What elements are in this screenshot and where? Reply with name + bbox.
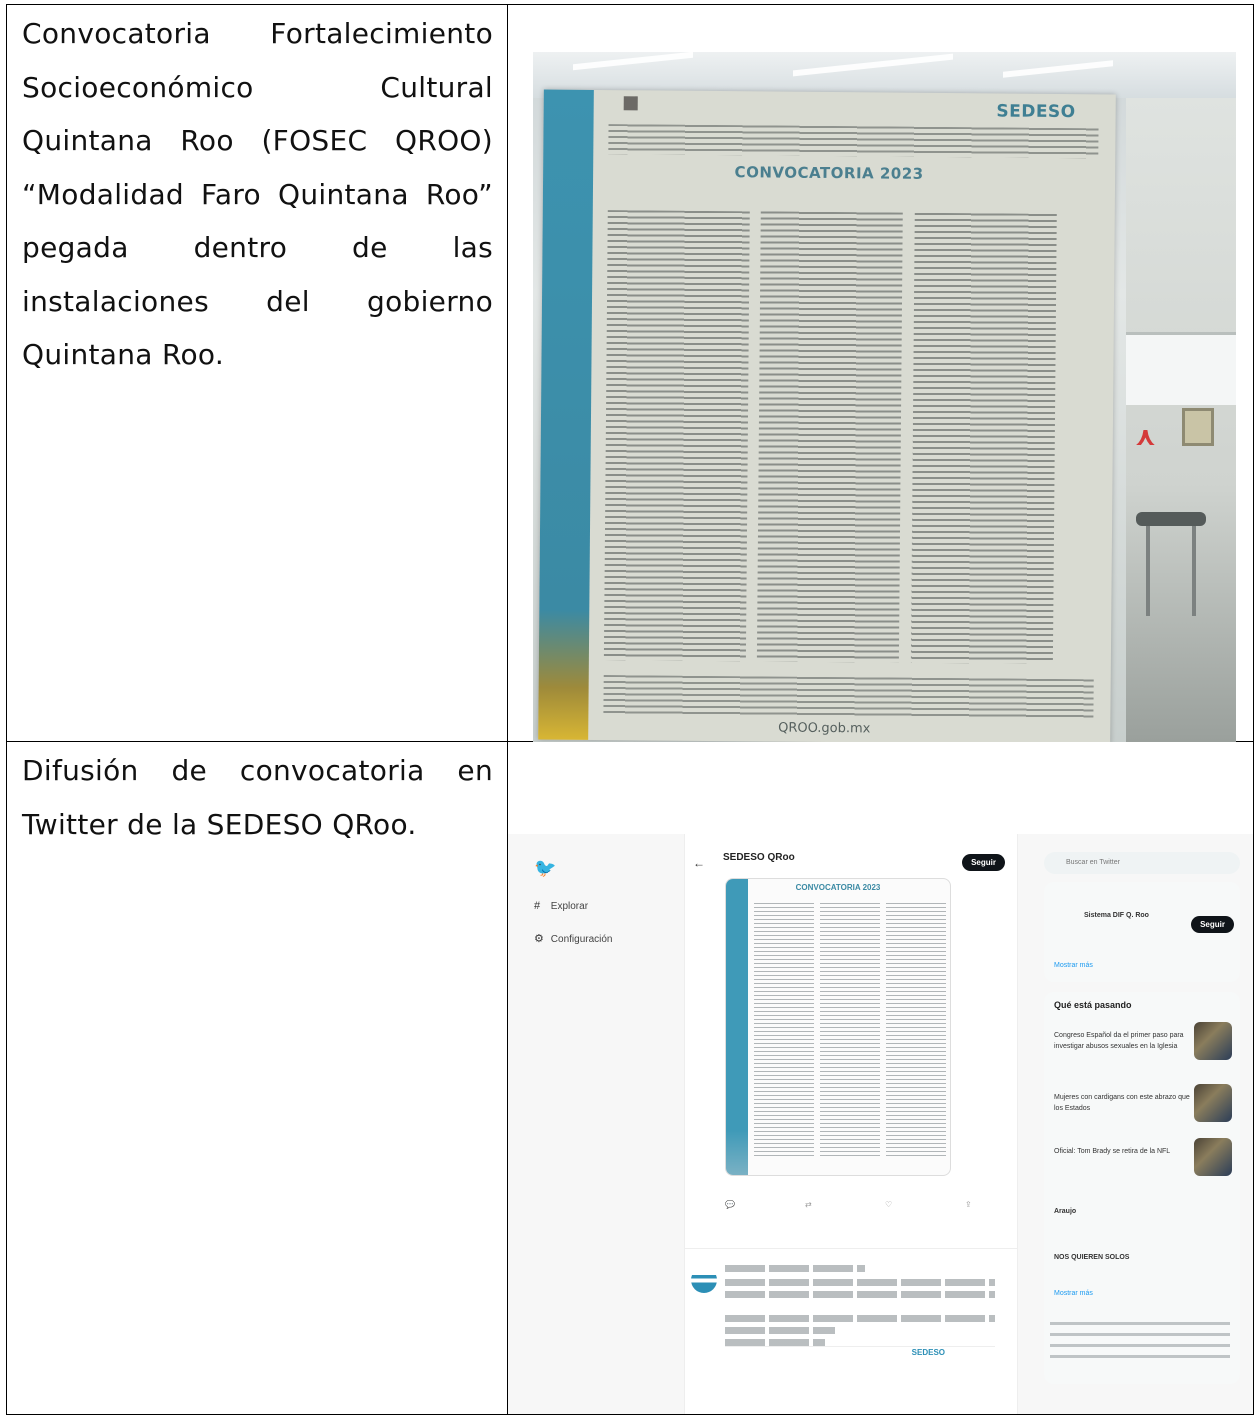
description-text: Difusión de convocatoria en Twitter de l… [22, 754, 493, 841]
twitter-sidebar: 🐦 # Explorar ⚙ Configuración [508, 834, 678, 1414]
twitter-bird-icon[interactable]: 🐦 [534, 858, 556, 879]
tweet-image[interactable]: CONVOCATORIA 2023 [725, 878, 951, 1176]
twitter-screenshot: 🐦 # Explorar ⚙ Configuración ← SEDESO QR… [508, 834, 1253, 1414]
poster-title: CONVOCATORIA 2023 [734, 163, 924, 183]
tweet-text-line [725, 1327, 835, 1334]
trend-thumbnail [1194, 1138, 1232, 1176]
trend-item[interactable]: Congreso Español da el primer paso para … [1054, 1030, 1194, 1052]
who-to-follow: Sistema DIF Q. Roo Seguir Mostrar más [1044, 882, 1240, 982]
ceiling-light [573, 52, 693, 71]
poster-text-column [910, 212, 1057, 664]
government-seal-icon [623, 96, 638, 111]
account-name: SEDESO QRoo [723, 852, 795, 863]
twitter-footer-links [1050, 1322, 1230, 1362]
ceiling-light [1003, 60, 1113, 78]
ceiling-light [793, 53, 953, 77]
poster-intro-text [608, 124, 1099, 159]
office-window [1126, 332, 1236, 405]
trend-thumbnail [1194, 1022, 1232, 1060]
trends-heading: Qué está pasando [1054, 1000, 1132, 1010]
trend-item[interactable]: Mujeres con cardigans con este abrazo qu… [1054, 1092, 1194, 1114]
tweet-embedded-footer: SEDESO [725, 1346, 995, 1359]
suggested-follow-button[interactable]: Seguir [1191, 916, 1234, 933]
reply-icon[interactable]: 💬 [725, 1200, 735, 1209]
poster: SEDESO CONVOCATORIA 2023 QROO.gob.mx [538, 89, 1116, 742]
exit-sign-icon: ⋏ [1134, 422, 1156, 452]
follow-button[interactable]: Seguir [962, 854, 1005, 871]
tweet-text-line [725, 1339, 825, 1346]
hashtag-icon: # [534, 900, 541, 912]
retweet-icon[interactable]: ⇄ [805, 1200, 812, 1209]
poster-side-band [538, 89, 594, 740]
description-cell: Convocatoria Fortalecimiento Socioeconóm… [6, 4, 508, 742]
trend-item[interactable]: NOS QUIEREN SOLOS [1054, 1252, 1194, 1263]
office-chair [1136, 502, 1216, 632]
trend-item[interactable]: Oficial: Tom Brady se retira de la NFL [1054, 1146, 1194, 1157]
evidence-row-poster: Convocatoria Fortalecimiento Socioeconóm… [6, 4, 1254, 742]
gear-icon: ⚙ [534, 933, 544, 945]
evidence-table: Convocatoria Fortalecimiento Socioeconóm… [6, 4, 1254, 1415]
share-icon[interactable]: ⇪ [965, 1200, 972, 1209]
description-cell: Difusión de convocatoria en Twitter de l… [6, 741, 508, 1415]
trend-thumbnail [1194, 1084, 1232, 1122]
image-text-column [886, 903, 946, 1159]
evidence-row-twitter: Difusión de convocatoria en Twitter de l… [6, 741, 1254, 1415]
poster-url: QROO.gob.mx [778, 720, 871, 737]
image-side-band [726, 879, 748, 1175]
office-wall [1126, 98, 1236, 742]
twitter-right-rail: Buscar en Twitter Sistema DIF Q. Roo Seg… [1044, 852, 1249, 1412]
tweet-image-title: CONVOCATORIA 2023 [795, 883, 881, 892]
avatar [691, 1267, 717, 1293]
image-text-column [820, 903, 880, 1159]
screenshot-cell: 🐦 # Explorar ⚙ Configuración ← SEDESO QR… [507, 741, 1254, 1415]
trend-item[interactable]: Araujo [1054, 1206, 1194, 1217]
tweet-text-line [725, 1265, 865, 1272]
nav-settings[interactable]: ⚙ Configuración [534, 932, 613, 945]
image-text-column [754, 903, 814, 1159]
tweet-text-line [725, 1315, 995, 1322]
show-more-link[interactable]: Mostrar más [1054, 960, 1194, 971]
trends-box: Qué está pasando Congreso Español da el … [1044, 992, 1240, 1384]
like-icon[interactable]: ♡ [885, 1200, 892, 1209]
nav-explore[interactable]: # Explorar [534, 900, 588, 912]
search-input[interactable]: Buscar en Twitter [1044, 852, 1240, 874]
tweet-text-line [725, 1291, 995, 1298]
tweet-text-line [725, 1279, 995, 1286]
poster-photo: ⋏ SEDESO CONVOCATORIA 2023 QROO.gob.mx [533, 52, 1236, 742]
reply-tweet[interactable] [685, 1248, 1017, 1359]
back-arrow-icon[interactable]: ← [693, 856, 705, 870]
wall-frame [1182, 408, 1214, 446]
sedeso-logo: SEDESO [911, 1348, 945, 1357]
poster-text-column [756, 211, 903, 663]
poster-brand: SEDESO [996, 101, 1076, 123]
description-text: Convocatoria Fortalecimiento Socioeconóm… [22, 17, 493, 371]
tweet-column: ← SEDESO QRoo Seguir CONVOCATORIA 2023 💬… [684, 834, 1018, 1414]
poster-footer-text [603, 675, 1094, 720]
poster-text-column [603, 210, 750, 662]
photo-cell: ⋏ SEDESO CONVOCATORIA 2023 QROO.gob.mx [507, 4, 1254, 742]
show-more-link[interactable]: Mostrar más [1054, 1288, 1194, 1299]
